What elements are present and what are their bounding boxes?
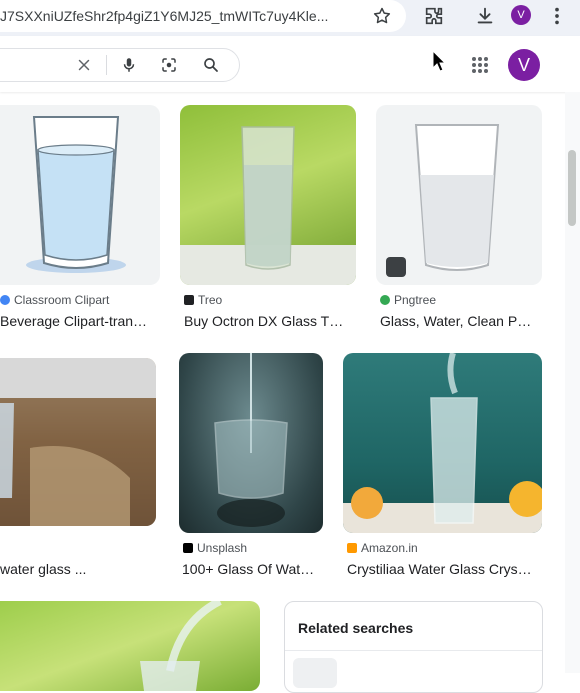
- browser-toolbar: J7SXXniUZfeShr2fp4giZ1Y6MJ25_tmWITc7uy4K…: [0, 0, 580, 36]
- search-header: V: [0, 36, 580, 92]
- result-thumbnail[interactable]: [0, 601, 260, 691]
- result-source[interactable]: Classroom Clipart: [0, 293, 109, 307]
- favicon-icon: [0, 295, 10, 305]
- pouring-glass-icon: [214, 353, 288, 527]
- result-thumbnail[interactable]: [180, 105, 356, 285]
- related-searches-title: Related searches: [298, 620, 414, 636]
- water-glass-icon: [26, 116, 126, 273]
- address-bar[interactable]: J7SXXniUZfeShr2fp4giZ1Y6MJ25_tmWITc7uy4K…: [0, 0, 406, 32]
- divider: [106, 55, 107, 75]
- result-source[interactable]: Treo: [184, 293, 222, 307]
- url-text[interactable]: J7SXXniUZfeShr2fp4giZ1Y6MJ25_tmWITc7uy4K…: [0, 8, 360, 24]
- search-icon[interactable]: [202, 56, 220, 74]
- favicon-icon: [380, 295, 390, 305]
- image-badge-icon: [386, 257, 406, 277]
- result-title[interactable]: Crystiliaa Water Glass Crys…: [347, 561, 532, 577]
- octagon-glass-icon: [180, 126, 356, 285]
- account-avatar[interactable]: V: [508, 49, 540, 81]
- result-thumbnail[interactable]: [0, 105, 160, 285]
- source-name: Pngtree: [394, 293, 437, 307]
- result-title[interactable]: water glass ...: [0, 561, 86, 577]
- download-icon[interactable]: [474, 5, 496, 27]
- result-thumbnail[interactable]: [179, 353, 323, 533]
- source-name: Treo: [198, 293, 223, 307]
- result-thumbnail[interactable]: [343, 353, 542, 533]
- result-thumbnail[interactable]: [0, 358, 156, 526]
- favicon-icon: [184, 295, 194, 305]
- result-title[interactable]: Glass, Water, Clean P…: [380, 313, 531, 329]
- result-source[interactable]: Pngtree: [380, 293, 436, 307]
- water-glass-on-table-icon: [0, 358, 156, 526]
- source-name: Classroom Clipart: [14, 293, 110, 307]
- clear-icon[interactable]: [75, 56, 93, 74]
- google-apps-icon[interactable]: [471, 56, 489, 74]
- more-menu-icon[interactable]: [546, 5, 568, 27]
- favicon-icon: [347, 543, 357, 553]
- source-name: Unsplash: [197, 541, 248, 555]
- bookmark-star-icon[interactable]: [372, 6, 392, 26]
- result-source[interactable]: Unsplash: [183, 541, 247, 555]
- divider: [285, 650, 542, 651]
- favicon-icon: [183, 543, 193, 553]
- mouse-cursor-icon: [432, 50, 446, 72]
- microphone-icon[interactable]: [120, 56, 138, 74]
- result-source[interactable]: Amazon.in: [347, 541, 418, 555]
- tall-glass-with-lemons-icon: [343, 353, 542, 533]
- related-searches-panel: Related searches: [284, 601, 543, 693]
- scrollbar-thumb[interactable]: [568, 150, 576, 226]
- result-title[interactable]: Buy Octron DX Glass T…: [184, 313, 343, 329]
- lens-camera-icon[interactable]: [160, 56, 178, 74]
- result-title[interactable]: 100+ Glass Of Wat…: [182, 561, 314, 577]
- browser-profile-avatar[interactable]: V: [511, 5, 531, 25]
- extensions-icon[interactable]: [423, 5, 445, 27]
- related-search-thumbnail[interactable]: [293, 658, 337, 688]
- source-name: Amazon.in: [361, 541, 418, 555]
- result-title[interactable]: Beverage Clipart-tran…: [0, 313, 147, 329]
- search-input[interactable]: [0, 48, 240, 82]
- result-thumbnail[interactable]: [376, 105, 542, 285]
- pouring-water-icon: [140, 601, 222, 691]
